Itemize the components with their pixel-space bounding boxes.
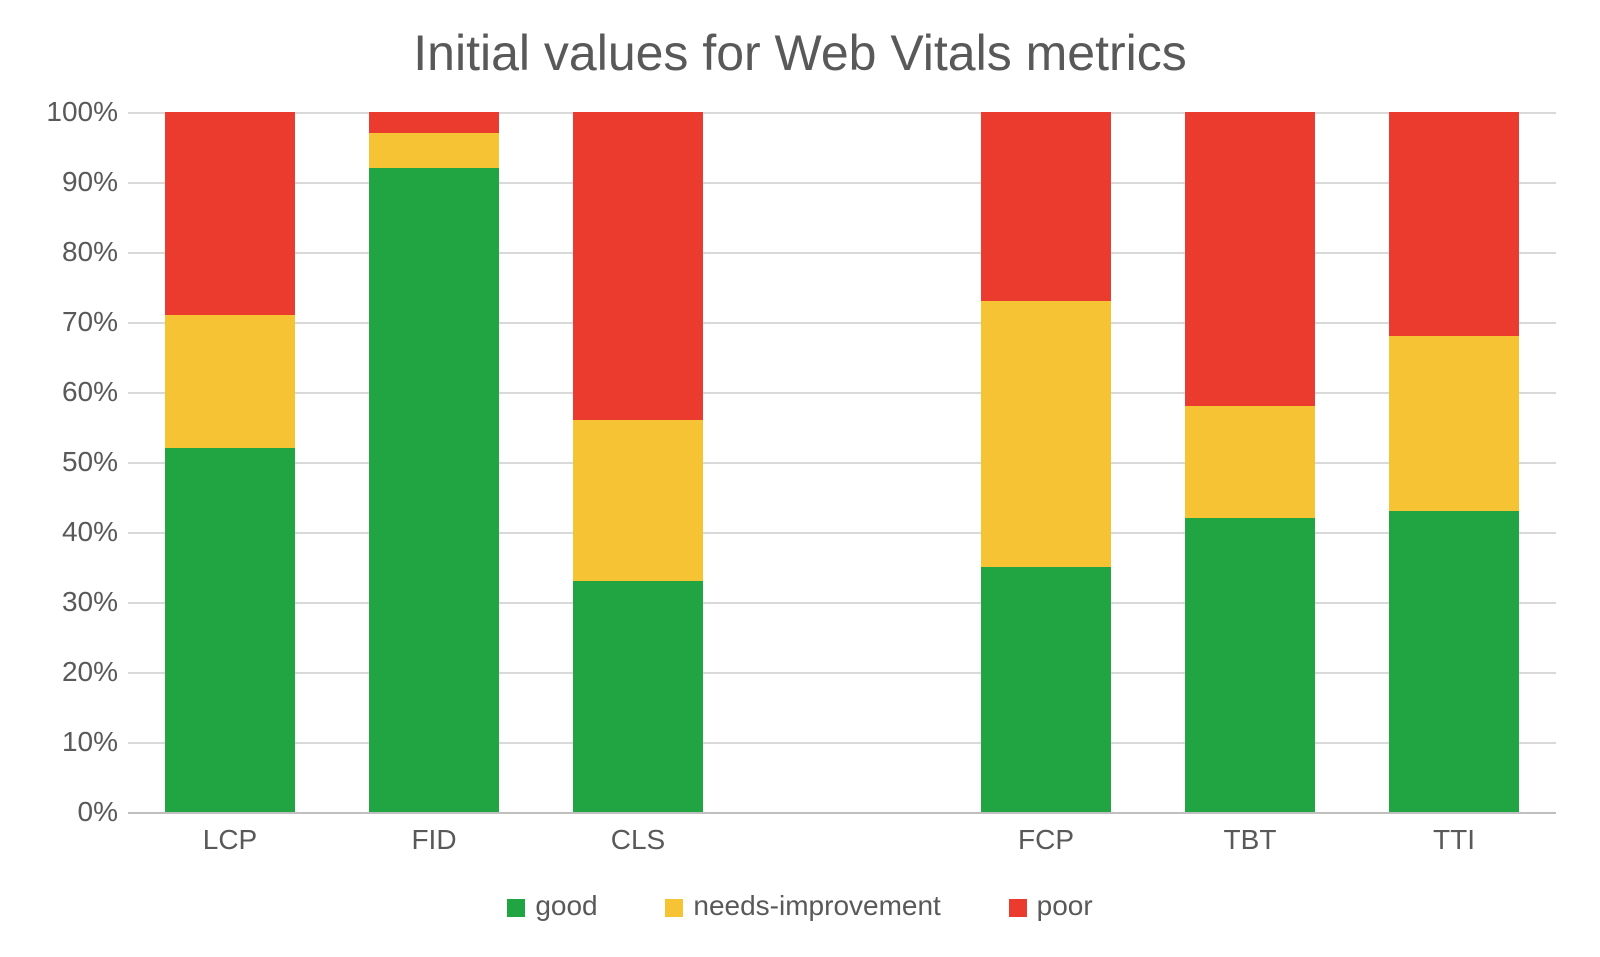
seg-fid-needs <box>369 133 499 168</box>
ytick-100: 100% <box>38 96 118 128</box>
bar-lcp <box>165 112 295 812</box>
seg-fid-good <box>369 168 499 812</box>
bars-layer <box>128 112 1556 812</box>
legend: good needs-improvement poor <box>0 890 1600 922</box>
ytick-0: 0% <box>38 796 118 828</box>
seg-tbt-poor <box>1185 112 1315 406</box>
bar-tbt <box>1185 112 1315 812</box>
xlabel-lcp: LCP <box>130 824 330 856</box>
legend-item-poor: poor <box>1009 890 1093 922</box>
chart-title: Initial values for Web Vitals metrics <box>0 24 1600 82</box>
bar-tti <box>1389 112 1519 812</box>
legend-label-good: good <box>535 890 597 921</box>
swatch-poor-icon <box>1009 899 1027 917</box>
seg-fcp-poor <box>981 112 1111 301</box>
seg-fcp-good <box>981 567 1111 812</box>
legend-item-needs: needs-improvement <box>665 890 940 922</box>
seg-lcp-poor <box>165 112 295 315</box>
bar-fcp <box>981 112 1111 812</box>
ytick-40: 40% <box>38 516 118 548</box>
xlabel-tti: TTI <box>1354 824 1554 856</box>
seg-cls-good <box>573 581 703 812</box>
xlabel-tbt: TBT <box>1150 824 1350 856</box>
seg-tti-poor <box>1389 112 1519 336</box>
legend-label-needs: needs-improvement <box>693 890 940 921</box>
ytick-50: 50% <box>38 446 118 478</box>
legend-label-poor: poor <box>1037 890 1093 921</box>
seg-tti-needs <box>1389 336 1519 511</box>
xlabel-fcp: FCP <box>946 824 1146 856</box>
swatch-good-icon <box>507 899 525 917</box>
ytick-30: 30% <box>38 586 118 618</box>
seg-tti-good <box>1389 511 1519 812</box>
seg-cls-poor <box>573 112 703 420</box>
plot-area: 0% 10% 20% 30% 40% 50% 60% 70% 80% 90% 1… <box>128 112 1556 812</box>
ytick-10: 10% <box>38 726 118 758</box>
seg-fid-poor <box>369 112 499 133</box>
seg-tbt-good <box>1185 518 1315 812</box>
legend-item-good: good <box>507 890 597 922</box>
xlabel-cls: CLS <box>538 824 738 856</box>
ytick-20: 20% <box>38 656 118 688</box>
seg-lcp-needs <box>165 315 295 448</box>
seg-lcp-good <box>165 448 295 812</box>
xlabel-fid: FID <box>334 824 534 856</box>
bar-cls <box>573 112 703 812</box>
swatch-needs-icon <box>665 899 683 917</box>
seg-cls-needs <box>573 420 703 581</box>
seg-fcp-needs <box>981 301 1111 567</box>
ytick-60: 60% <box>38 376 118 408</box>
ytick-80: 80% <box>38 236 118 268</box>
ytick-90: 90% <box>38 166 118 198</box>
seg-tbt-needs <box>1185 406 1315 518</box>
bar-fid <box>369 112 499 812</box>
ytick-70: 70% <box>38 306 118 338</box>
chart-container: Initial values for Web Vitals metrics 0%… <box>0 0 1600 957</box>
